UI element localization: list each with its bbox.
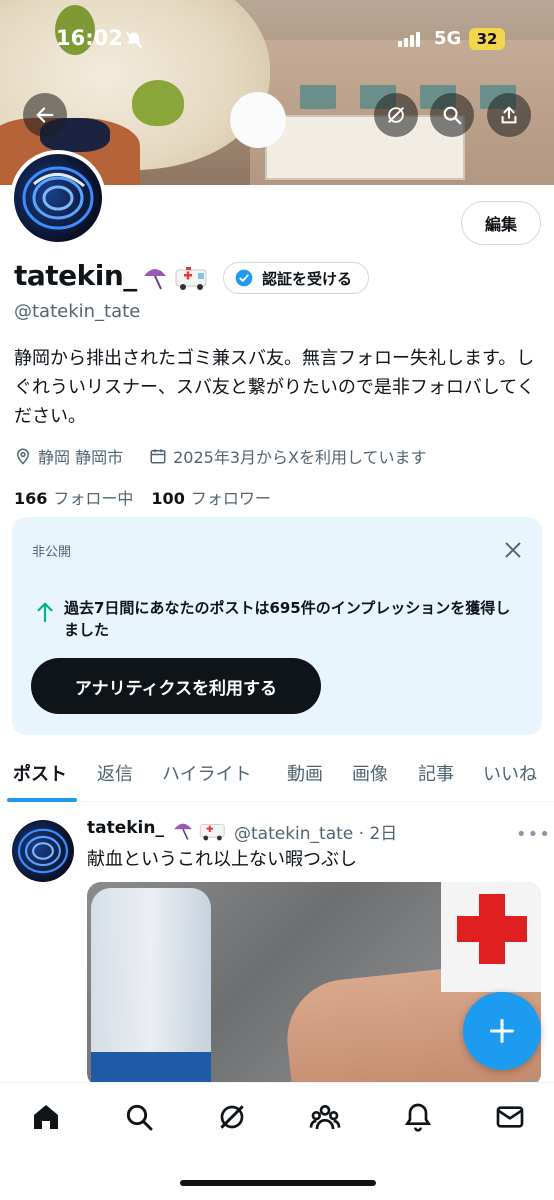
grok-icon[interactable] [216, 1101, 248, 1133]
share-icon [501, 106, 517, 124]
umbrella-icon [144, 269, 166, 290]
grok-icon [387, 106, 405, 124]
name-emoji [140, 262, 210, 292]
notifications-icon[interactable] [402, 1101, 434, 1133]
share-button[interactable] [487, 93, 531, 137]
analytics-card: 非公開 過去7日間にあなたのポストは695件のインプレッションを獲得しました ア… [12, 517, 542, 735]
profile-joined: 2025年3月からXを利用しています [173, 448, 427, 467]
communities-icon[interactable] [309, 1101, 341, 1133]
post-author-name[interactable]: tatekin_ [87, 818, 164, 838]
profile-name: tatekin_ [14, 259, 137, 292]
post-avatar[interactable] [12, 820, 74, 882]
active-tab-indicator [7, 798, 77, 802]
profile-meta: 静岡 静岡市 2025年3月からXを利用しています [14, 444, 426, 468]
umbrella-icon [174, 823, 192, 840]
post-name-emoji [170, 818, 228, 842]
tab-posts[interactable]: ポスト [13, 760, 67, 786]
home-icon[interactable] [30, 1101, 62, 1133]
battery-indicator: 32 [469, 28, 505, 50]
avatar-pattern [22, 166, 94, 230]
location-pin-icon [16, 448, 30, 465]
tab-articles[interactable]: 記事 [418, 760, 454, 786]
home-indicator[interactable] [180, 1180, 376, 1186]
profile-location: 静岡 静岡市 [38, 448, 124, 467]
following-link[interactable]: 166 フォロー中 [14, 485, 133, 509]
verified-badge-icon [235, 269, 253, 287]
tab-replies[interactable]: 返信 [97, 760, 133, 786]
tab-videos[interactable]: 動画 [287, 760, 323, 786]
followers-link[interactable]: 100 フォロワー [151, 485, 270, 509]
post-handle-time: @tatekin_tate · 2日 [234, 824, 398, 844]
signal-icon [398, 32, 420, 47]
plus-icon [489, 1018, 515, 1044]
tab-highlights[interactable]: ハイライト [162, 760, 252, 786]
status-time: 16:02 [56, 26, 123, 50]
get-verified-button[interactable]: 認証を受ける [223, 262, 370, 294]
back-button[interactable] [23, 93, 67, 137]
ambulance-icon [199, 824, 225, 841]
tab-likes[interactable]: いいね [483, 760, 537, 786]
get-verified-label: 認証を受ける [262, 269, 353, 288]
more-options-icon[interactable]: ••• [516, 824, 551, 845]
tab-images[interactable]: 画像 [352, 760, 388, 786]
grok-button[interactable] [374, 93, 418, 137]
image-red-cross [457, 916, 527, 942]
calendar-icon [150, 449, 166, 464]
search-icon [443, 106, 462, 125]
search-icon[interactable] [123, 1101, 155, 1133]
messages-icon[interactable] [494, 1101, 526, 1133]
analytics-button[interactable]: アナリティクスを利用する [31, 658, 321, 714]
profile-tabs: ポスト 返信 ハイライト 動画 画像 記事 いいね [0, 752, 554, 802]
compose-button[interactable] [463, 992, 541, 1070]
impressions-message: 過去7日間にあなたのポストは695件のインプレッションを獲得しました [64, 599, 511, 639]
arrow-left-icon [36, 107, 54, 123]
avatar-pattern [17, 828, 69, 874]
follow-stats: 166 フォロー中 100 フォロワー [14, 485, 271, 509]
profile-avatar[interactable] [10, 150, 106, 246]
private-label: 非公開 [32, 545, 72, 560]
bell-off-icon [125, 31, 143, 49]
ambulance-icon [175, 267, 207, 290]
network-label: 5G [434, 28, 462, 49]
edit-profile-button[interactable]: 編集 [461, 201, 541, 245]
close-icon[interactable] [502, 539, 524, 561]
arrow-up-icon [37, 602, 53, 623]
profile-bio: 静岡から排出されたゴミ兼スバ友。無言フォロー失礼します。しぐれういリスナー、スバ… [14, 348, 535, 427]
status-bar: 16:02 5G 32 [0, 26, 554, 58]
post-text: 献血というこれ以上ない暇つぶし [87, 849, 357, 870]
profile-handle: @tatekin_tate [14, 301, 141, 322]
search-button[interactable] [430, 93, 474, 137]
